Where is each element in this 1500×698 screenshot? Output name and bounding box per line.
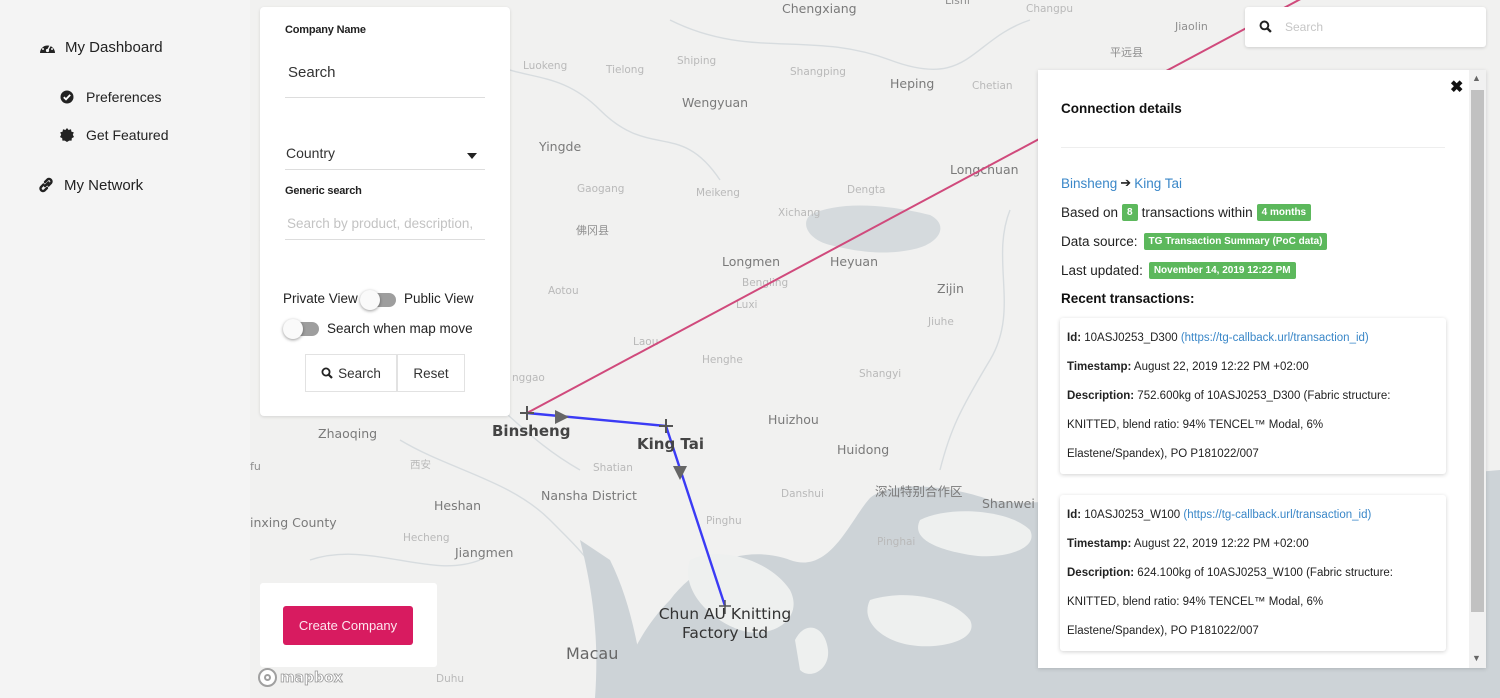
- transaction-id: 10ASJ0253_W100: [1084, 509, 1181, 521]
- transaction-description: 624.100kg of 10ASJ0253_W100 (Fabric stru…: [1137, 567, 1393, 579]
- connection-details-title: Connection details: [1061, 101, 1182, 116]
- create-company-button[interactable]: Create Company: [283, 606, 413, 645]
- transaction-description-row: KNITTED, blend ratio: 94% TENCEL™ Modal,…: [1067, 419, 1324, 431]
- view-toggle[interactable]: [360, 290, 396, 310]
- toggle-knob: [360, 290, 380, 310]
- id-label: Id:: [1067, 332, 1082, 344]
- mapbox-attribution[interactable]: mapbox: [258, 668, 343, 687]
- node-label-chun-au[interactable]: Chun AU Knitting Factory Ltd: [655, 605, 795, 643]
- node-marker-icon[interactable]: [520, 406, 534, 420]
- transaction-description-row: Elastene/Spandex), PO P181022/007: [1067, 625, 1259, 637]
- transaction-description-row: Elastene/Spandex), PO P181022/007: [1067, 448, 1259, 460]
- country-select-value: Country: [286, 145, 336, 161]
- search-button[interactable]: Search: [305, 354, 397, 392]
- map-search-box: [1245, 7, 1486, 47]
- company-name-label: Company Name: [285, 24, 366, 36]
- link-icon: [37, 176, 55, 194]
- transaction-id-row: Id: 10ASJ0253_W100 (https://tg-callback.…: [1067, 504, 1439, 533]
- sidebar-item-label: My Dashboard: [65, 38, 163, 56]
- sidebar-item-get-featured[interactable]: Get Featured: [58, 126, 169, 144]
- node-label-binsheng[interactable]: Binsheng: [492, 422, 570, 441]
- search-when-map-move-toggle[interactable]: [283, 319, 319, 339]
- app: My Dashboard Preferences Get Featured My…: [0, 0, 1500, 698]
- toggle-knob: [283, 319, 303, 339]
- transaction-id: 10ASJ0253_D300: [1084, 332, 1178, 344]
- id-label: Id:: [1067, 509, 1082, 521]
- details-scrollbar[interactable]: ▲ ▼: [1469, 70, 1486, 668]
- transaction-timestamp: August 22, 2019 12:22 PM +02:00: [1133, 361, 1309, 373]
- period-badge: 4 months: [1256, 204, 1312, 221]
- data-source-label: Data source:: [1061, 234, 1138, 249]
- transaction-card: Id: 10ASJ0253_W100 (https://tg-callback.…: [1060, 495, 1446, 651]
- transaction-description-row: KNITTED, blend ratio: 94% TENCEL™ Modal,…: [1067, 596, 1324, 608]
- check-circle-icon: [58, 88, 76, 106]
- last-updated-row: Last updated: November 14, 2019 12:22 PM: [1061, 262, 1300, 279]
- data-source-badge: TG Transaction Summary (PoC data): [1143, 233, 1328, 250]
- recent-transactions-heading: Recent transactions:: [1061, 291, 1195, 306]
- map-search-input[interactable]: [1285, 20, 1465, 34]
- transaction-timestamp-row: Timestamp: August 22, 2019 12:22 PM +02:…: [1067, 356, 1439, 385]
- transaction-description: 752.600kg of 10ASJ0253_D300 (Fabric stru…: [1137, 390, 1391, 402]
- connection-route: Binsheng ➔ King Tai: [1061, 175, 1182, 191]
- sidebar-item-my-network[interactable]: My Network: [37, 176, 143, 194]
- certificate-icon: [58, 126, 76, 144]
- reset-button[interactable]: Reset: [397, 354, 465, 392]
- node-marker-icon[interactable]: [659, 419, 673, 433]
- from-company-link[interactable]: Binsheng: [1061, 176, 1117, 191]
- mapbox-attribution-text: mapbox: [280, 669, 344, 686]
- description-label: Description:: [1067, 390, 1135, 402]
- to-company-link[interactable]: King Tai: [1134, 176, 1182, 191]
- create-company-box: Create Company: [260, 583, 437, 667]
- sidebar-item-my-dashboard[interactable]: My Dashboard: [38, 38, 163, 56]
- sidebar: My Dashboard Preferences Get Featured My…: [0, 0, 240, 698]
- transaction-url-link[interactable]: (https://tg-callback.url/transaction_id): [1183, 509, 1371, 521]
- sidebar-item-label: Preferences: [86, 89, 162, 105]
- company-name-input[interactable]: Search: [285, 64, 485, 98]
- connection-details-panel: ✖ Connection details Binsheng ➔ King Tai…: [1038, 70, 1486, 668]
- arrow-right-icon: ➔: [1120, 175, 1132, 190]
- dashboard-icon: [38, 38, 56, 56]
- scrollbar-thumb[interactable]: [1471, 90, 1484, 612]
- transactions-summary: Based on 8 transactions within 4 months: [1061, 204, 1315, 221]
- country-select[interactable]: Country: [285, 145, 485, 170]
- scroll-up-icon[interactable]: ▲: [1472, 73, 1481, 83]
- transaction-timestamp-row: Timestamp: August 22, 2019 12:22 PM +02:…: [1067, 533, 1439, 562]
- private-view-label: Private View: [283, 291, 358, 306]
- search-icon: [1259, 20, 1273, 34]
- generic-search-label: Generic search: [285, 185, 362, 197]
- transaction-count-badge: 8: [1122, 204, 1138, 221]
- last-updated-label: Last updated:: [1061, 263, 1143, 278]
- node-label-king-tai[interactable]: King Tai: [637, 435, 704, 454]
- timestamp-label: Timestamp:: [1067, 538, 1132, 550]
- transaction-card: Id: 10ASJ0253_D300 (https://tg-callback.…: [1060, 318, 1446, 474]
- scroll-down-icon[interactable]: ▼: [1472, 653, 1481, 663]
- search-panel: Company Name Search Country Generic sear…: [260, 7, 510, 416]
- close-icon[interactable]: ✖: [1450, 77, 1463, 97]
- last-updated-badge: November 14, 2019 12:22 PM: [1148, 262, 1296, 279]
- search-button-label: Search: [338, 365, 381, 381]
- sidebar-item-label: Get Featured: [86, 127, 169, 143]
- generic-search-input[interactable]: Search by product, description,: [285, 216, 485, 240]
- transaction-description-row: Description: 752.600kg of 10ASJ0253_D300…: [1067, 385, 1439, 414]
- mapbox-logo-icon: [258, 668, 277, 687]
- search-icon: [321, 367, 333, 379]
- transactions-within-label: transactions within: [1141, 205, 1253, 220]
- transaction-id-row: Id: 10ASJ0253_D300 (https://tg-callback.…: [1067, 327, 1439, 356]
- search-when-map-move-label: Search when map move: [327, 321, 473, 336]
- sidebar-item-label: My Network: [64, 176, 144, 194]
- based-on-label: Based on: [1061, 205, 1119, 220]
- public-view-label: Public View: [404, 291, 474, 306]
- transaction-url-link[interactable]: (https://tg-callback.url/transaction_id): [1181, 332, 1369, 344]
- direction-arrow-icon: [673, 466, 687, 480]
- caret-down-icon: [467, 153, 477, 159]
- sidebar-item-preferences[interactable]: Preferences: [58, 88, 161, 106]
- description-label: Description:: [1067, 567, 1135, 579]
- transaction-timestamp: August 22, 2019 12:22 PM +02:00: [1133, 538, 1309, 550]
- divider: [1061, 147, 1445, 148]
- data-source-row: Data source: TG Transaction Summary (PoC…: [1061, 233, 1331, 250]
- transaction-description-row: Description: 624.100kg of 10ASJ0253_W100…: [1067, 562, 1439, 591]
- timestamp-label: Timestamp:: [1067, 361, 1132, 373]
